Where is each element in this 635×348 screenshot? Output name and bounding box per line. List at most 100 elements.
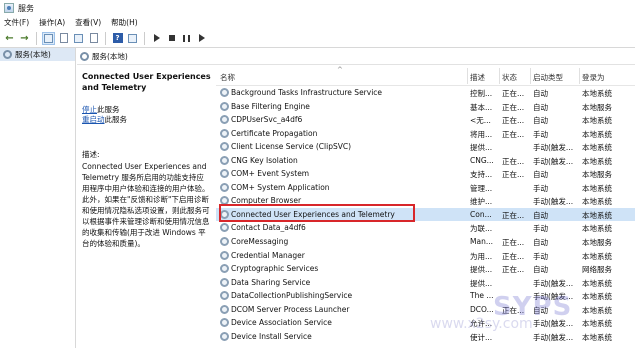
table-row[interactable]: CNG Key Isolation CNG... 正在... 手动(触发... 本地系统: [216, 154, 635, 168]
properties-icon[interactable]: [57, 32, 70, 45]
service-gear-icon: [220, 169, 229, 179]
service-name: Client License Service (ClipSVC): [231, 142, 352, 152]
description-label: 描述:: [82, 150, 100, 159]
column-header-name[interactable]: 名称: [220, 72, 235, 83]
export-list-icon[interactable]: [87, 32, 100, 45]
service-log-on-as: 本地系统: [582, 89, 612, 98]
service-name: Credential Manager: [231, 250, 305, 260]
table-row[interactable]: COM+ Event System 支持... 正在... 自动 本地服务: [216, 167, 635, 181]
stop-service-suffix: 此服务: [97, 105, 120, 114]
refresh-icon[interactable]: [72, 32, 85, 45]
service-description: <无...: [470, 116, 491, 126]
show-hide-icon[interactable]: [126, 32, 139, 45]
service-status: 正在...: [502, 265, 525, 275]
column-divider[interactable]: [579, 68, 580, 84]
service-startup-type: 自动: [533, 170, 548, 180]
service-log-on-as: 本地服务: [582, 238, 612, 248]
back-arrow-icon[interactable]: ←: [3, 32, 16, 45]
restart-service-link[interactable]: 重启动: [82, 115, 105, 124]
column-header-log-on-as[interactable]: 登录为: [582, 72, 605, 83]
service-log-on-as: 本地系统: [582, 292, 612, 302]
service-log-on-as: 本地系统: [582, 116, 612, 126]
service-description: 提供...: [470, 143, 493, 153]
stop-service-icon[interactable]: [165, 32, 178, 45]
table-row[interactable]: CoreMessaging Man... 正在... 自动 本地服务: [216, 235, 635, 249]
pane-header: 服务(本地): [77, 48, 635, 65]
service-gear-icon: [220, 128, 229, 138]
table-row[interactable]: Device Install Service 使计... 手动(触发... 本地系统: [216, 330, 635, 344]
console-tree-toggle-icon[interactable]: [42, 31, 55, 45]
service-name: COM+ Event System: [231, 169, 310, 179]
table-row[interactable]: Client License Service (ClipSVC) 提供... 手动(…: [216, 140, 635, 154]
table-row[interactable]: Cryptographic Services 提供... 正在... 自动 网络服务: [216, 262, 635, 276]
watermark-url: www.x2sy.com: [430, 316, 533, 332]
service-log-on-as: 本地系统: [582, 305, 612, 315]
menu-file[interactable]: 文件(F): [4, 17, 29, 28]
service-startup-type: 自动: [533, 116, 548, 126]
service-name: CDPUserSvc_a4df6: [231, 115, 303, 125]
table-row[interactable]: Data Sharing Service 提供... 手动(触发... 本地系统: [216, 276, 635, 290]
table-row[interactable]: Certificate Propagation 将用... 正在... 手动 本地系统: [216, 127, 635, 141]
forward-arrow-icon[interactable]: →: [18, 32, 31, 45]
restart-service-row: 重启动此服务: [82, 115, 211, 125]
menu-view[interactable]: 查看(V): [75, 17, 101, 28]
service-log-on-as: 本地系统: [582, 129, 612, 139]
table-row[interactable]: Background Tasks Infrastructure Service 控…: [216, 86, 635, 100]
table-row[interactable]: Contact Data_a4df6 为联... 手动 本地系统: [216, 221, 635, 235]
stop-service-link[interactable]: 停止: [82, 105, 97, 114]
service-log-on-as: 本地系统: [582, 143, 612, 153]
restart-service-icon[interactable]: [195, 32, 208, 45]
service-gear-icon: [220, 101, 229, 111]
service-log-on-as: 本地系统: [582, 197, 612, 207]
toolbar-divider: [36, 31, 37, 45]
service-gear-icon: [220, 331, 229, 341]
service-description: 提供...: [470, 265, 493, 275]
service-gear-icon: [220, 291, 229, 301]
service-status: 正在...: [502, 210, 525, 220]
table-row[interactable]: CDPUserSvc_a4df6 <无... 正在... 自动 本地系统: [216, 113, 635, 127]
service-description: 为用...: [470, 251, 493, 261]
table-row[interactable]: Computer Browser 维护... 手动(触发... 本地系统: [216, 194, 635, 208]
menu-action[interactable]: 操作(A): [39, 17, 65, 28]
service-description: Man...: [470, 237, 493, 247]
service-startup-type: 手动: [533, 251, 548, 261]
column-header-description[interactable]: 描述: [470, 72, 485, 83]
service-gear-icon: [220, 115, 229, 125]
service-log-on-as: 本地系统: [582, 278, 612, 288]
service-log-on-as: 本地服务: [582, 170, 612, 180]
service-log-on-as: 本地系统: [582, 319, 612, 329]
service-description: 将用...: [470, 129, 493, 139]
column-header-status[interactable]: 状态: [502, 72, 517, 83]
pause-service-icon[interactable]: [180, 32, 193, 45]
service-gear-icon: [220, 237, 229, 247]
column-divider[interactable]: [467, 68, 468, 84]
sort-up-icon: ^: [337, 66, 343, 74]
service-name: COM+ System Application: [231, 182, 330, 192]
tree-item-services-local[interactable]: 服务(本地): [0, 48, 75, 61]
tree-item-label: 服务(本地): [15, 50, 51, 59]
column-divider[interactable]: [530, 68, 531, 84]
help-icon[interactable]: ?: [111, 32, 124, 45]
service-status: 正在...: [502, 238, 525, 248]
service-log-on-as: 本地服务: [582, 102, 612, 112]
service-startup-type: 手动(触发...: [533, 143, 574, 153]
table-row[interactable]: COM+ System Application 管理... 手动 本地系统: [216, 181, 635, 195]
table-row[interactable]: Credential Manager 为用... 正在... 手动 本地系统: [216, 249, 635, 263]
service-description: 支持...: [470, 170, 493, 180]
service-description: 为联...: [470, 224, 493, 234]
service-status: 正在...: [502, 251, 525, 261]
start-service-icon[interactable]: [150, 32, 163, 45]
column-header-startup-type[interactable]: 启动类型: [533, 72, 563, 83]
service-description: 控制...: [470, 89, 493, 98]
service-startup-type: 手动(触发...: [533, 156, 574, 166]
pane-title: 服务(本地): [92, 51, 128, 61]
service-name: Cryptographic Services: [231, 264, 319, 274]
column-divider[interactable]: [499, 68, 500, 84]
gear-icon: [3, 50, 12, 59]
service-name: CNG Key Isolation: [231, 155, 298, 165]
table-row[interactable]: Connected User Experiences and Telemetry…: [216, 207, 635, 222]
service-startup-type: 手动(触发...: [533, 332, 574, 342]
menu-help[interactable]: 帮助(H): [111, 17, 138, 28]
service-name: Base Filtering Engine: [231, 101, 310, 111]
table-row[interactable]: Base Filtering Engine 基本... 正在... 自动 本地服务: [216, 100, 635, 114]
